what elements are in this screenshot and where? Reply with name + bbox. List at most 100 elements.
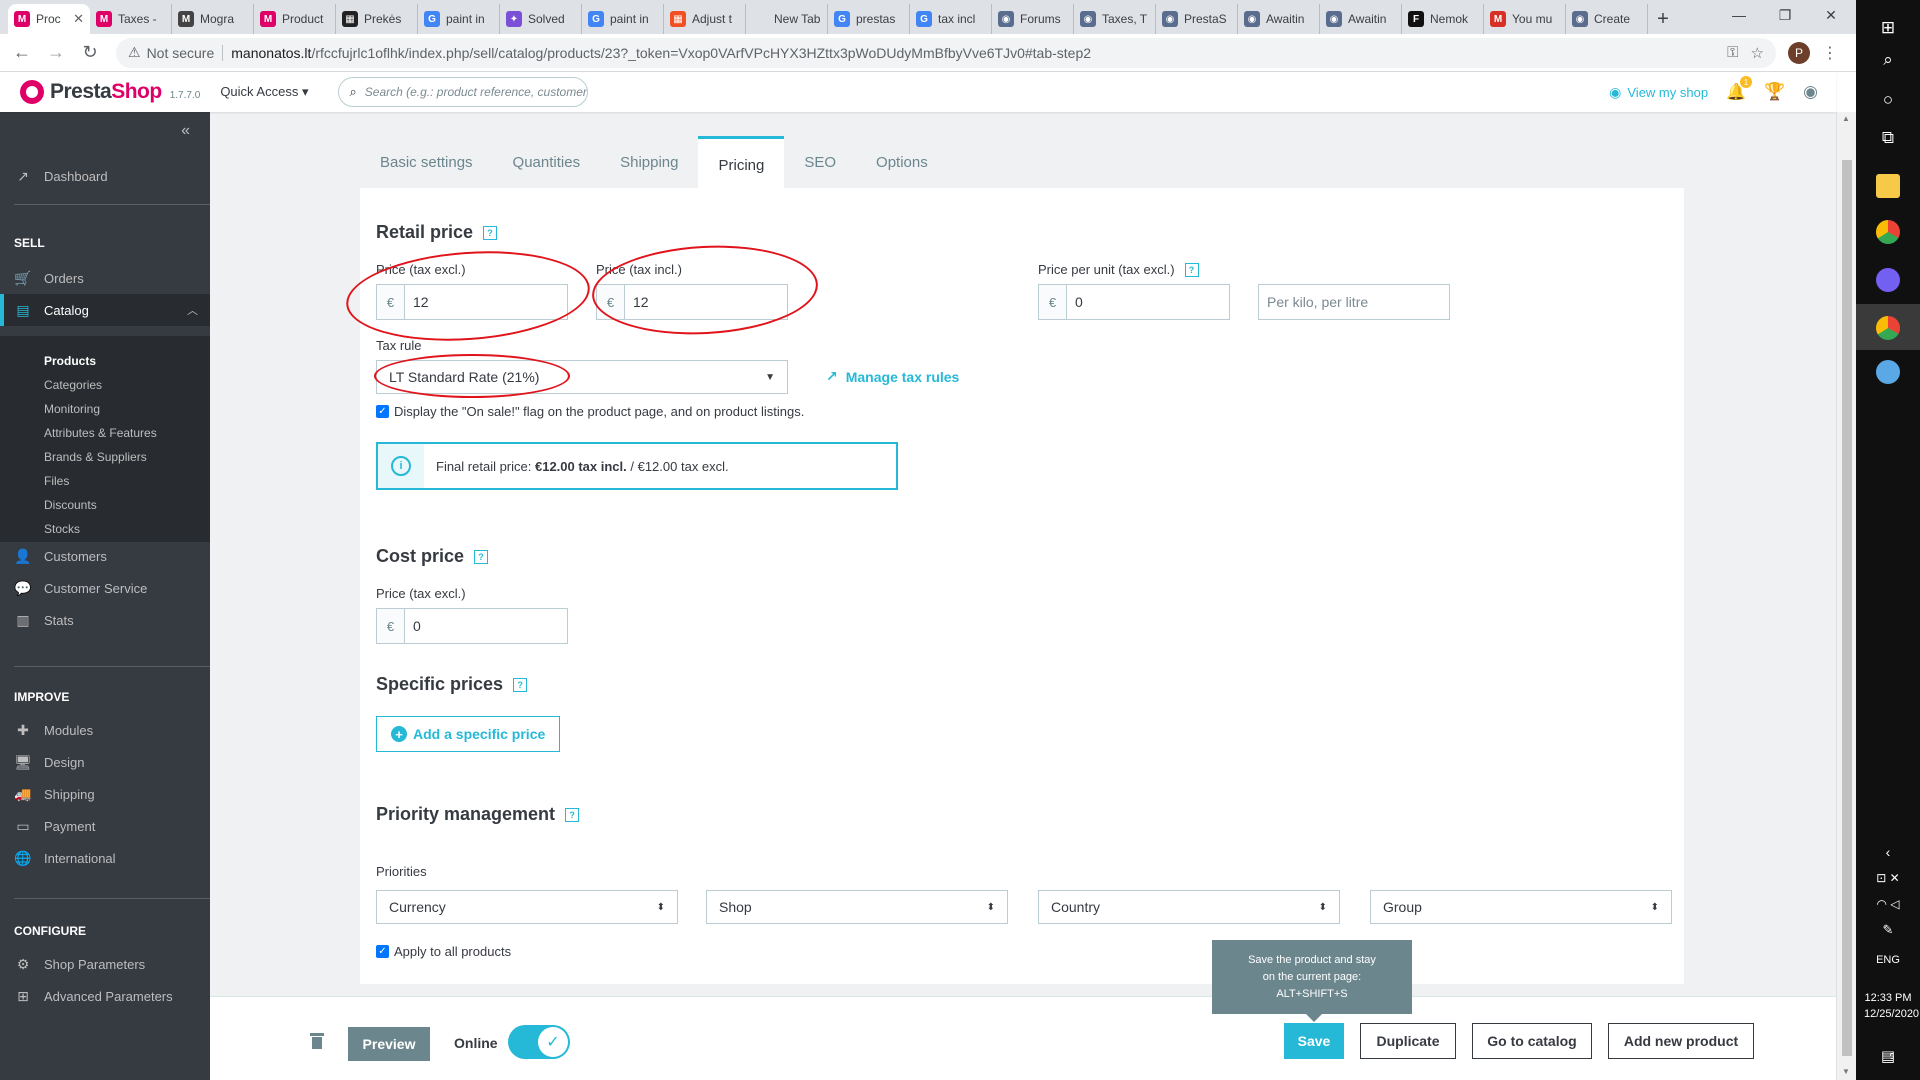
collapse-sidebar-icon[interactable]: « xyxy=(181,122,190,140)
help-icon[interactable]: ? xyxy=(513,677,528,692)
preview-button[interactable]: Preview xyxy=(348,1027,430,1061)
wifi-volume-icon[interactable]: ◠ ◁ xyxy=(1876,892,1900,916)
view-my-shop-link[interactable]: ◉ View my shop xyxy=(1609,84,1708,101)
paint-icon[interactable] xyxy=(1876,360,1900,384)
sidebar-item-shipping[interactable]: 🚚 Shipping xyxy=(0,778,210,810)
online-toggle[interactable]: ✓ xyxy=(508,1025,570,1059)
help-icon[interactable]: ? xyxy=(1184,262,1199,277)
browser-tab[interactable]: ◉ Create xyxy=(1566,4,1648,34)
browser-tab[interactable]: ◉ Forums xyxy=(992,4,1074,34)
price-incl-input[interactable]: € 12 xyxy=(596,284,788,320)
tax-rule-select[interactable]: LT Standard Rate (21%) ▼ xyxy=(376,360,788,394)
sidebar-subitem-attributes[interactable]: Attributes & Features xyxy=(44,426,157,440)
browser-tab[interactable]: F Nemok xyxy=(1402,4,1484,34)
bookmark-star-icon[interactable]: ☆ xyxy=(1751,44,1764,62)
tab-options[interactable]: Options xyxy=(856,136,948,188)
notifications-bell-icon[interactable]: 🔔 1 xyxy=(1726,76,1752,102)
sidebar-subitem-files[interactable]: Files xyxy=(44,474,69,488)
task-view-icon[interactable]: ⧉ xyxy=(1876,126,1900,150)
scrollbar-thumb[interactable] xyxy=(1842,160,1852,1056)
priority-select-2[interactable]: Shop ⬍ xyxy=(706,890,1008,924)
pen-icon[interactable]: ✎ xyxy=(1876,918,1900,942)
sidebar-subitem-products[interactable]: Products xyxy=(44,354,96,368)
browser-tab[interactable]: Gtax incl xyxy=(910,4,992,34)
clock-time[interactable]: 12:33 PM xyxy=(1864,992,1912,1004)
tab-basic-settings[interactable]: Basic settings xyxy=(360,136,493,188)
browser-tab[interactable]: ◉ Awaitin xyxy=(1238,4,1320,34)
sidebar-item-catalog[interactable]: ▤ Catalog ︿ xyxy=(0,294,210,326)
cortana-circle-icon[interactable]: ○ xyxy=(1876,88,1900,112)
help-icon[interactable]: ? xyxy=(474,549,489,564)
quick-access-dropdown[interactable]: Quick Access ▾ xyxy=(220,84,308,100)
on-sale-checkbox[interactable]: ✓ Display the "On sale!" flag on the prod… xyxy=(376,404,804,419)
browser-tab[interactable]: ◉ Taxes, T xyxy=(1074,4,1156,34)
browser-tab[interactable]: M You mu xyxy=(1484,4,1566,34)
checkbox-checked-icon[interactable]: ✓ xyxy=(376,945,389,958)
sidebar-item-customers[interactable]: 👤 Customers xyxy=(0,540,210,572)
sidebar-item-design[interactable]: 🖥 Design xyxy=(0,746,210,778)
save-button[interactable]: Save xyxy=(1284,1023,1344,1059)
help-icon[interactable]: ? xyxy=(483,225,498,240)
search-icon[interactable]: ⌕ xyxy=(1876,48,1900,72)
sidebar-subitem-brands[interactable]: Brands & Suppliers xyxy=(44,450,147,464)
sidebar-subitem-discounts[interactable]: Discounts xyxy=(44,498,97,512)
tab-pricing[interactable]: Pricing xyxy=(698,136,785,188)
priority-select-4[interactable]: Group ⬍ xyxy=(1370,890,1672,924)
price-excl-input[interactable]: € 12 xyxy=(376,284,568,320)
sidebar-subitem-categories[interactable]: Categories xyxy=(44,378,102,392)
scroll-down-arrow-icon[interactable]: ▼ xyxy=(1842,1067,1850,1076)
close-tab-icon[interactable]: ✕ xyxy=(73,11,84,27)
priority-select-1[interactable]: Currency ⬍ xyxy=(376,890,678,924)
manage-tax-rules-link[interactable]: ↗ Manage tax rules xyxy=(826,368,959,385)
sidebar-subitem-monitoring[interactable]: Monitoring xyxy=(44,402,100,416)
sidebar-item-payment[interactable]: ▭ Payment xyxy=(0,810,210,842)
browser-tab[interactable]: M Mogra xyxy=(172,4,254,34)
browser-tab[interactable]: M Product xyxy=(254,4,336,34)
sidebar-item-shop-parameters[interactable]: ⚙ Shop Parameters xyxy=(0,948,210,980)
browser-tab[interactable]: ▦ Adjust t xyxy=(664,4,746,34)
clock-date[interactable]: 12/25/2020 xyxy=(1864,1008,1919,1020)
unit-input[interactable]: Per kilo, per litre xyxy=(1258,284,1450,320)
page-scrollbar[interactable]: ▲ ▼ xyxy=(1836,112,1856,1080)
browser-tab[interactable]: New Tab xyxy=(746,4,828,34)
browser-tab[interactable]: ◉ Awaitin xyxy=(1320,4,1402,34)
language-indicator[interactable]: ENG xyxy=(1864,954,1912,966)
sidebar-item-stats[interactable]: ▥ Stats xyxy=(0,604,210,636)
browser-menu-icon[interactable]: ⋮ xyxy=(1822,43,1838,63)
sidebar-item-modules[interactable]: ✚ Modules xyxy=(0,714,210,746)
viber-icon[interactable] xyxy=(1876,268,1900,292)
reload-icon[interactable]: ↻ xyxy=(74,37,106,69)
file-explorer-icon[interactable] xyxy=(1876,174,1900,198)
tab-shipping[interactable]: Shipping xyxy=(600,136,698,188)
minimize-button[interactable]: — xyxy=(1716,0,1762,30)
sidebar-item-dashboard[interactable]: ↗ Dashboard xyxy=(0,160,210,192)
browser-tab[interactable]: M Proc ✕ xyxy=(8,4,90,34)
employee-account-icon[interactable]: ◉ xyxy=(1803,82,1818,102)
browser-tab[interactable]: Gpaint in xyxy=(418,4,500,34)
profile-avatar[interactable]: P xyxy=(1788,41,1810,64)
cost-price-input[interactable]: € 0 xyxy=(376,608,568,644)
add-new-product-button[interactable]: Add new product xyxy=(1608,1023,1754,1059)
prestashop-logo[interactable]: PrestaShop xyxy=(20,80,162,104)
key-icon[interactable]: ⚿ xyxy=(1727,44,1738,61)
sidebar-item-advanced-parameters[interactable]: ⊞ Advanced Parameters xyxy=(0,980,210,1012)
close-window-button[interactable]: ✕ xyxy=(1808,0,1854,30)
tab-quantities[interactable]: Quantities xyxy=(493,136,601,188)
browser-tab[interactable]: ✦ Solved xyxy=(500,4,582,34)
go-to-catalog-button[interactable]: Go to catalog xyxy=(1472,1023,1592,1059)
duplicate-button[interactable]: Duplicate xyxy=(1360,1023,1456,1059)
address-bar[interactable]: ⚠ Not secure manonatos.lt /rfccfujrlc1of… xyxy=(116,37,1776,68)
add-specific-price-button[interactable]: + Add a specific price xyxy=(376,716,561,752)
windows-start-icon[interactable]: ⊞ xyxy=(1876,16,1900,40)
browser-tab[interactable]: M Taxes - xyxy=(90,4,172,34)
sidebar-item-customer-service[interactable]: 💬 Customer Service xyxy=(0,572,210,604)
browser-tab[interactable]: Gprestas xyxy=(828,4,910,34)
browser-tab[interactable]: ◉ PrestaS xyxy=(1156,4,1238,34)
back-arrow-icon[interactable]: ← xyxy=(6,37,38,69)
apply-all-checkbox[interactable]: ✓ Apply to all products xyxy=(376,944,511,959)
chevron-left-icon[interactable]: ‹ xyxy=(1876,840,1900,864)
forward-arrow-icon[interactable]: → xyxy=(40,37,72,69)
sidebar-item-orders[interactable]: 🛒 Orders xyxy=(0,262,210,294)
new-tab-button[interactable]: + xyxy=(1648,4,1678,34)
chrome-icon[interactable] xyxy=(1876,220,1900,244)
